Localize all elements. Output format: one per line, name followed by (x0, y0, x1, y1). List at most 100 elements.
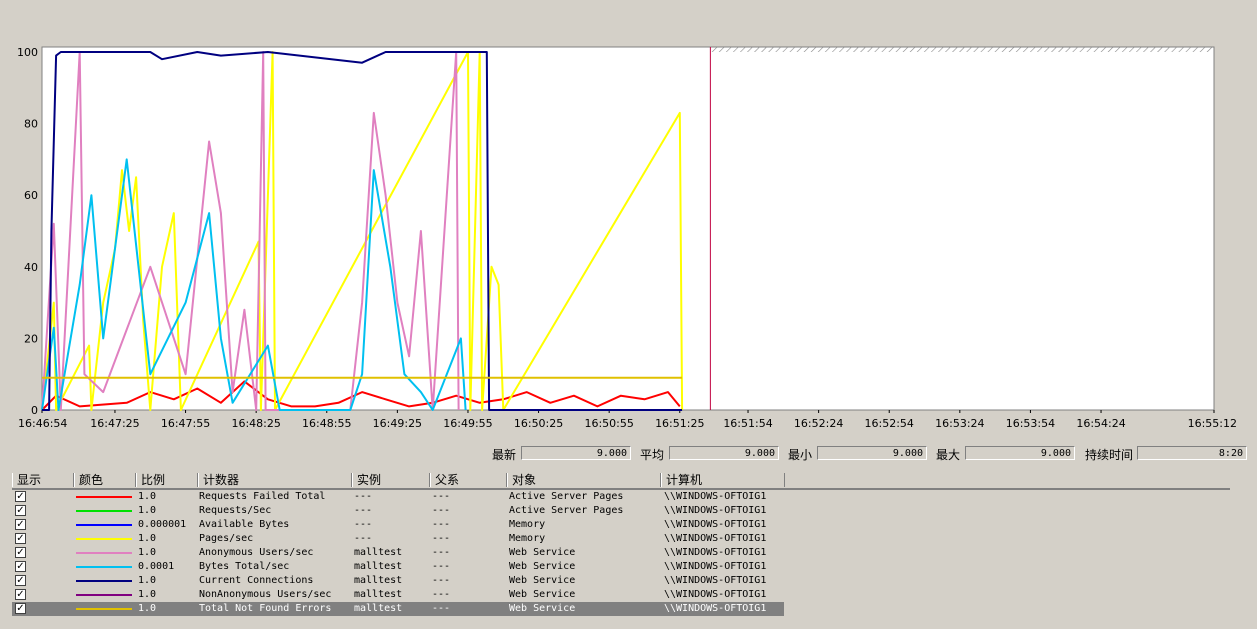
object-cell: Web Service (509, 547, 576, 558)
col-header-counter[interactable]: 计数器 (198, 473, 352, 487)
counter-cell: Anonymous Users/sec (199, 547, 314, 558)
instance-cell: --- (354, 519, 373, 530)
col-header-parent[interactable]: 父系 (430, 473, 507, 487)
avg-value: 9.000 (669, 446, 779, 460)
x-tick-label: 16:53:54 (1006, 417, 1055, 430)
x-tick-label: 16:47:25 (90, 417, 139, 430)
legend-row[interactable]: ✓ 1.0 Requests Failed Total --- --- Active Se… (12, 490, 1230, 504)
col-header-object[interactable]: 对象 (507, 473, 661, 487)
instance-cell: malltest (354, 575, 403, 586)
x-tick-label: 16:52:24 (794, 417, 843, 430)
computer-cell: \\WINDOWS-OFTOIG1 (664, 575, 767, 586)
show-checkbox[interactable]: ✓ (15, 589, 26, 600)
parent-cell: --- (432, 519, 451, 530)
min-value: 9.000 (817, 446, 927, 460)
object-cell: Active Server Pages (509, 505, 624, 516)
color-swatch (76, 580, 132, 582)
x-tick-label: 16:47:55 (161, 417, 210, 430)
instance-cell: --- (354, 491, 373, 502)
color-swatch (76, 538, 132, 540)
counter-cell: Available Bytes (199, 519, 290, 530)
last-value: 9.000 (521, 446, 631, 460)
counter-cell: Requests/Sec (199, 505, 272, 516)
last-label: 最新 (492, 448, 517, 462)
scale-cell: 1.0 (138, 547, 157, 558)
show-checkbox[interactable]: ✓ (15, 533, 26, 544)
color-swatch (76, 496, 132, 498)
y-tick-label: 40 (24, 261, 38, 274)
counter-cell: Pages/sec (199, 533, 254, 544)
parent-cell: --- (432, 533, 451, 544)
legend-row[interactable]: ✓ 1.0 NonAnonymous Users/sec malltest --- Web… (12, 588, 1230, 602)
counter-cell: Total Not Found Errors (199, 603, 332, 614)
legend-row[interactable]: ✓ 1.0 Anonymous Users/sec malltest --- Web Se… (12, 546, 1230, 560)
col-header-instance[interactable]: 实例 (352, 473, 430, 487)
color-swatch (76, 552, 132, 554)
chart-svg: 100 80 60 40 20 016:46:54 16:47:25 16:47:55 16:4… (17, 46, 1237, 430)
object-cell: Memory (509, 533, 546, 544)
col-header-scale[interactable]: 比例 (136, 473, 198, 487)
legend-row[interactable]: ✓ 0.0001 Bytes Total/sec malltest --- Web Ser… (12, 560, 1230, 574)
y-tick-label: 20 (24, 332, 38, 345)
performance-chart: 100 80 60 40 20 0 16:46:54 16:47:25 16:47:55 16:4… (0, 0, 1257, 440)
show-checkbox[interactable]: ✓ (15, 561, 26, 572)
instance-cell: malltest (354, 589, 403, 600)
scale-cell: 1.0 (138, 533, 157, 544)
show-checkbox[interactable]: ✓ (15, 575, 26, 586)
future-hatch (710, 47, 1214, 52)
scale-cell: 1.0 (138, 603, 157, 614)
scale-cell: 1.0 (138, 589, 157, 600)
color-swatch (76, 524, 132, 526)
show-checkbox[interactable]: ✓ (15, 547, 26, 558)
parent-cell: --- (432, 589, 451, 600)
duration-value: 8:20 (1137, 446, 1247, 460)
legend-header: 显示 颜色 比例 计数器 实例 父系 对象 计算机 (12, 473, 1230, 490)
color-swatch (76, 566, 132, 568)
x-tick-label: 16:49:25 (373, 417, 422, 430)
object-cell: Web Service (509, 603, 576, 614)
scale-cell: 1.0 (138, 491, 157, 502)
col-header-show[interactable]: 显示 (12, 473, 74, 487)
x-tick-label: 16:48:25 (231, 417, 280, 430)
instance-cell: --- (354, 505, 373, 516)
counter-cell: NonAnonymous Users/sec (199, 589, 332, 600)
show-checkbox[interactable]: ✓ (15, 505, 26, 516)
col-header-color[interactable]: 颜色 (74, 473, 136, 487)
max-value: 9.000 (965, 446, 1075, 460)
computer-cell: \\WINDOWS-OFTOIG1 (664, 603, 767, 614)
object-cell: Active Server Pages (509, 491, 624, 502)
parent-cell: --- (432, 491, 451, 502)
color-swatch (76, 510, 132, 512)
x-tick-label: 16:49:55 (443, 417, 492, 430)
color-swatch (76, 594, 132, 596)
col-header-computer[interactable]: 计算机 (661, 473, 785, 487)
computer-cell: \\WINDOWS-OFTOIG1 (664, 547, 767, 558)
parent-cell: --- (432, 561, 451, 572)
x-tick-label: 16:52:54 (865, 417, 914, 430)
instance-cell: malltest (354, 561, 403, 572)
scale-cell: 0.0001 (138, 561, 175, 572)
scale-cell: 1.0 (138, 505, 157, 516)
legend-row[interactable]: ✓ 1.0 Current Connections malltest --- Web Se… (12, 574, 1230, 588)
legend-row[interactable]: ✓ 0.000001 Available Bytes --- --- Memory \\WI… (12, 518, 1230, 532)
x-tick-label: 16:48:55 (302, 417, 351, 430)
counter-cell: Bytes Total/sec (199, 561, 290, 572)
plot-area (41, 46, 1215, 411)
scale-cell: 1.0 (138, 575, 157, 586)
y-tick-label: 60 (24, 189, 38, 202)
object-cell: Web Service (509, 575, 576, 586)
show-checkbox[interactable]: ✓ (15, 519, 26, 530)
parent-cell: --- (432, 505, 451, 516)
x-tick-label: 16:51:25 (655, 417, 704, 430)
object-cell: Web Service (509, 561, 576, 572)
show-checkbox[interactable]: ✓ (15, 603, 26, 614)
show-checkbox[interactable]: ✓ (15, 491, 26, 502)
computer-cell: \\WINDOWS-OFTOIG1 (664, 519, 767, 530)
counter-legend: 显示 颜色 比例 计数器 实例 父系 对象 计算机 ✓ 1.0 Requests F… (12, 473, 1230, 619)
legend-row[interactable]: ✓ 1.0 Requests/Sec --- --- Active Server Page… (12, 504, 1230, 518)
legend-row[interactable]: ✓ 1.0 Pages/sec --- --- Memory \\WINDOWS-OFTOI… (12, 532, 1230, 546)
y-tick-label: 100 (17, 46, 38, 59)
x-tick-label: 16:54:24 (1076, 417, 1125, 430)
y-tick-label: 80 (24, 118, 38, 131)
legend-row[interactable]: ✓ 1.0 Total Not Found Errors malltest --- Web… (12, 602, 784, 616)
